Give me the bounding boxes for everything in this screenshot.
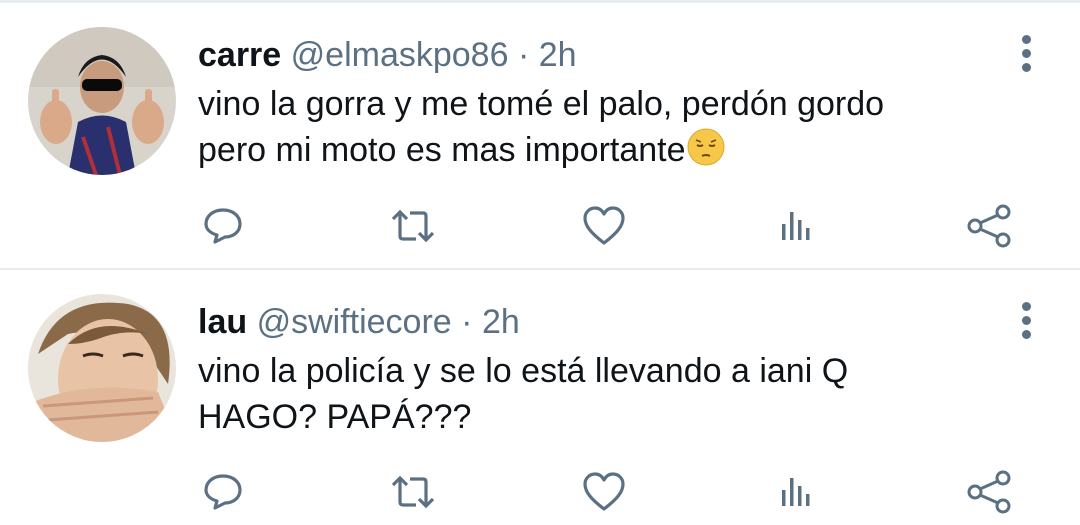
tweet-header: lau @swiftiecore · 2h bbox=[198, 300, 520, 344]
tweet-text-line: vino la gorra y me tomé el palo, perdón … bbox=[198, 85, 885, 123]
tweet-text-content: pero mi moto es mas importante bbox=[198, 131, 686, 169]
analytics-button[interactable] bbox=[766, 462, 826, 522]
heart-icon bbox=[583, 206, 625, 245]
heart-icon bbox=[583, 472, 625, 511]
comment-icon bbox=[204, 474, 242, 510]
timestamp[interactable]: 2h bbox=[482, 303, 520, 341]
user-handle[interactable]: @elmaskpo86 bbox=[291, 36, 509, 74]
comment-icon bbox=[204, 208, 242, 244]
avatar[interactable] bbox=[28, 27, 176, 175]
tweet-actions bbox=[0, 196, 1080, 256]
display-name[interactable]: carre bbox=[198, 36, 281, 74]
retweet-button[interactable] bbox=[383, 196, 443, 256]
pensive-face-emoji bbox=[686, 127, 726, 167]
retweet-icon bbox=[391, 475, 435, 509]
share-icon bbox=[967, 204, 1011, 248]
avatar[interactable] bbox=[28, 294, 176, 442]
share-button[interactable] bbox=[959, 196, 1019, 256]
analytics-icon bbox=[782, 212, 810, 240]
analytics-icon bbox=[782, 478, 810, 506]
tweet-text-line-2: HAGO? PAPÁ??? bbox=[198, 398, 472, 436]
user-handle[interactable]: @swiftiecore bbox=[257, 303, 452, 341]
tweet-text-line-2: pero mi moto es mas importante bbox=[198, 127, 1018, 173]
tweet[interactable]: lau @swiftiecore · 2h vino la policía y … bbox=[0, 270, 1080, 525]
retweet-icon bbox=[391, 209, 435, 243]
reply-button[interactable] bbox=[193, 462, 253, 522]
like-button[interactable] bbox=[574, 196, 634, 256]
share-button[interactable] bbox=[959, 462, 1019, 522]
like-button[interactable] bbox=[574, 462, 634, 522]
separator: · bbox=[517, 36, 530, 74]
tweet-actions bbox=[0, 462, 1080, 522]
separator: · bbox=[461, 303, 473, 341]
tweet-text: vino la policía y se lo está llevando a … bbox=[198, 348, 1018, 440]
reply-button[interactable] bbox=[193, 196, 253, 256]
timestamp[interactable]: 2h bbox=[539, 36, 577, 74]
tweet-text-line: vino la policía y se lo está llevando a … bbox=[198, 352, 849, 390]
tweet-text: vino la gorra y me tomé el palo, perdón … bbox=[198, 81, 1018, 173]
tweet-header: carre @elmaskpo86 · 2h bbox=[198, 33, 577, 77]
more-vertical-icon[interactable] bbox=[1014, 35, 1038, 75]
more-vertical-icon[interactable] bbox=[1014, 302, 1038, 342]
retweet-button[interactable] bbox=[383, 462, 443, 522]
display-name[interactable]: lau bbox=[198, 303, 247, 341]
analytics-button[interactable] bbox=[766, 196, 826, 256]
tweet[interactable]: carre @elmaskpo86 · 2h vino la gorra y m… bbox=[0, 3, 1080, 268]
share-icon bbox=[967, 470, 1011, 514]
